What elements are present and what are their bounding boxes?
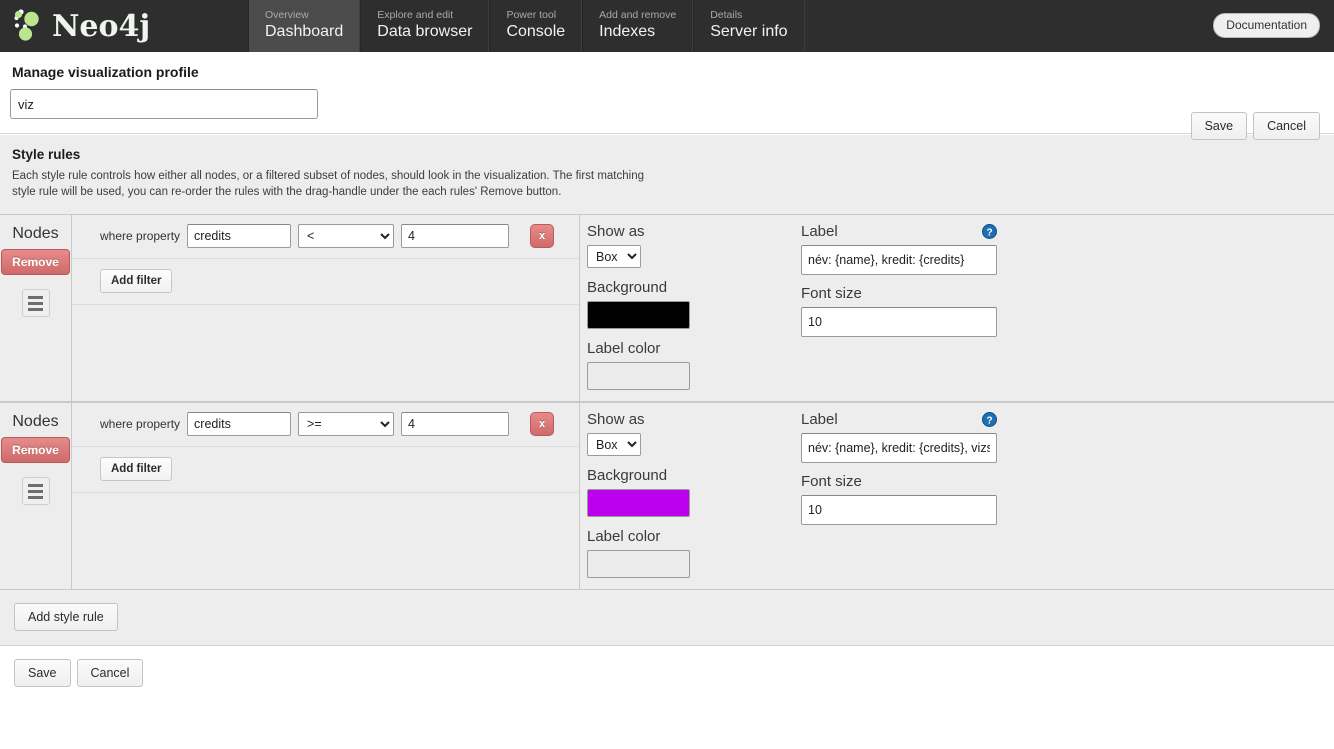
tab-data-browser[interactable]: Explore and edit Data browser: [360, 0, 490, 52]
brand: Neo4j: [0, 0, 248, 52]
label-color-swatch[interactable]: [587, 550, 690, 578]
rule-kind-label: Nodes: [12, 225, 59, 242]
font-size-input[interactable]: [801, 307, 997, 337]
show-as-label: Show as: [587, 411, 645, 428]
add-filter-row: Add filter: [72, 259, 579, 305]
font-size-label: Font size: [801, 285, 862, 302]
add-filter-button[interactable]: Add filter: [100, 269, 173, 293]
profile-header: Manage visualization profile Save Cancel: [0, 52, 1334, 140]
style-rules-header: Style rules Each style rule controls how…: [0, 134, 1334, 214]
label-field-label: Label: [801, 223, 838, 240]
tab-data-browser-title: Data browser: [377, 23, 473, 40]
tab-server-info[interactable]: Details Server info: [693, 0, 805, 52]
tab-console-title: Console: [506, 23, 566, 40]
tab-console-kicker: Power tool: [506, 9, 557, 21]
style-rules-description: Each style rule controls how either all …: [12, 170, 644, 198]
save-button-bottom[interactable]: Save: [14, 659, 71, 687]
delete-filter-button[interactable]: x: [530, 224, 555, 248]
label-template-input[interactable]: [801, 245, 997, 275]
label-color-label: Label color: [587, 340, 661, 357]
add-style-rule-button[interactable]: Add style rule: [14, 603, 118, 631]
show-as-label: Show as: [587, 223, 645, 240]
style-rules-heading: Style rules: [12, 147, 81, 162]
tab-console[interactable]: Power tool Console: [489, 0, 583, 52]
style-rules-panel: Style rules Each style rule controls how…: [0, 133, 1334, 646]
tab-indexes-kicker: Add and remove: [599, 9, 677, 21]
font-size-input[interactable]: [801, 495, 997, 525]
help-circle-icon[interactable]: ?: [982, 412, 997, 427]
rule-controls: Nodes Remove: [0, 403, 72, 589]
add-filter-button[interactable]: Add filter: [100, 457, 173, 481]
help-circle-icon[interactable]: ?: [982, 224, 997, 239]
documentation-button[interactable]: Documentation: [1213, 13, 1320, 38]
where-property-label: where property: [100, 229, 181, 243]
remove-rule-button[interactable]: Remove: [1, 437, 70, 463]
rule-label-settings: Label ? Font size: [794, 403, 1334, 589]
nav-tabs: Overview Dashboard Explore and edit Data…: [248, 0, 805, 52]
rule-label-settings: Label ? Font size: [794, 215, 1334, 401]
tab-dashboard-kicker: Overview: [265, 9, 309, 21]
rule-filters: where property >= x Add filter: [72, 403, 580, 589]
svg-text:?: ?: [986, 415, 992, 426]
tab-indexes-title: Indexes: [599, 23, 656, 40]
background-color-swatch[interactable]: [587, 489, 690, 517]
style-rule-row: Nodes Remove where property < x Add filt…: [0, 214, 1334, 402]
remove-rule-button[interactable]: Remove: [1, 249, 70, 275]
top-navigation-bar: Neo4j Overview Dashboard Explore and edi…: [0, 0, 1334, 52]
filter-row: where property < x: [72, 215, 579, 259]
rule-appearance: Show as Box Background Label color: [580, 403, 794, 589]
label-color-label: Label color: [587, 528, 661, 545]
filter-operator-select[interactable]: <: [298, 224, 395, 248]
tab-dashboard-title: Dashboard: [265, 23, 344, 40]
tab-server-info-kicker: Details: [710, 9, 743, 21]
background-label: Background: [587, 467, 668, 484]
style-rule-row: Nodes Remove where property >= x Add fil…: [0, 402, 1334, 590]
rule-controls: Nodes Remove: [0, 215, 72, 401]
tab-data-browser-kicker: Explore and edit: [377, 9, 454, 21]
filter-property-input[interactable]: [187, 412, 292, 436]
font-size-label: Font size: [801, 473, 862, 490]
label-field-label: Label: [801, 411, 838, 428]
rule-kind-label: Nodes: [12, 413, 59, 430]
label-template-input[interactable]: [801, 433, 997, 463]
filter-value-input[interactable]: [401, 224, 510, 248]
svg-text:?: ?: [986, 227, 992, 238]
tab-indexes[interactable]: Add and remove Indexes: [582, 0, 694, 52]
cancel-button-top[interactable]: Cancel: [1253, 112, 1320, 140]
add-style-rule-bar: Add style rule: [0, 590, 1334, 646]
delete-filter-button[interactable]: x: [530, 412, 555, 436]
save-button-top[interactable]: Save: [1190, 112, 1248, 140]
show-as-select[interactable]: Box: [587, 245, 641, 268]
neo4j-graph-logo-icon: [12, 8, 46, 44]
header-actions: Save Cancel: [1190, 112, 1320, 140]
footer-actions: Save Cancel: [0, 646, 1334, 687]
rule-filters: where property < x Add filter: [72, 215, 580, 401]
rule-appearance: Show as Box Background Label color: [580, 215, 794, 401]
drag-handle-icon[interactable]: [21, 289, 50, 317]
cancel-button-bottom[interactable]: Cancel: [76, 659, 144, 687]
filter-value-input[interactable]: [401, 412, 510, 436]
background-label: Background: [587, 279, 668, 296]
tab-server-info-title: Server info: [710, 23, 788, 40]
where-property-label: where property: [100, 417, 181, 431]
add-filter-row: Add filter: [72, 447, 579, 493]
filter-property-input[interactable]: [187, 224, 292, 248]
background-color-swatch[interactable]: [587, 301, 690, 329]
profile-name-input[interactable]: [10, 89, 318, 119]
tab-dashboard[interactable]: Overview Dashboard: [248, 0, 361, 52]
filter-row: where property >= x: [72, 403, 579, 447]
page-title: Manage visualization profile: [12, 64, 199, 80]
show-as-select[interactable]: Box: [587, 433, 641, 456]
label-color-swatch[interactable]: [587, 362, 690, 390]
brand-name: Neo4j: [52, 8, 151, 44]
filter-operator-select[interactable]: >=: [298, 412, 395, 436]
drag-handle-icon[interactable]: [21, 477, 50, 505]
